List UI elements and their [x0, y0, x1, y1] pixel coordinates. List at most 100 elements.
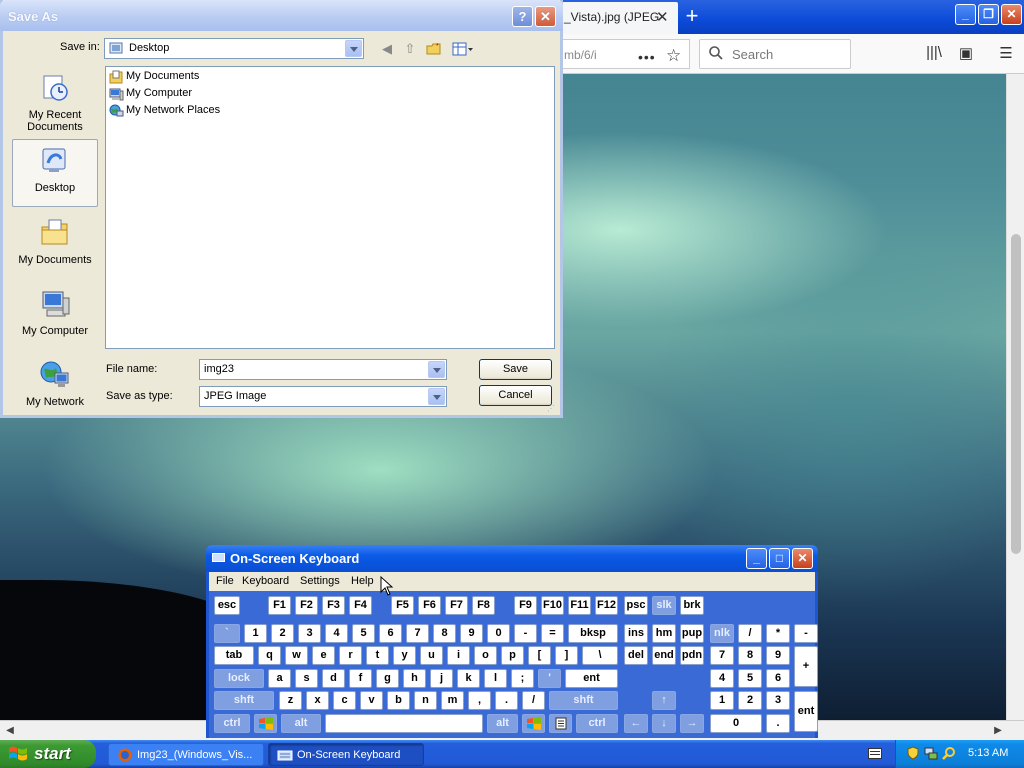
sidebar-icon[interactable]: ▣	[956, 44, 976, 64]
file-name-field[interactable]: img23	[199, 359, 447, 380]
menu-settings[interactable]: Settings	[300, 575, 340, 587]
key-f1[interactable]: F1	[268, 596, 291, 615]
key-quote[interactable]: '	[538, 669, 561, 688]
key-ins[interactable]: ins	[624, 624, 648, 643]
osk-maximize-button[interactable]: □	[769, 548, 790, 569]
key-slash[interactable]: /	[522, 691, 545, 710]
key-numpad-multiply[interactable]: *	[766, 624, 790, 643]
key-left-shift[interactable]: shft	[214, 691, 274, 710]
key-numpad-0[interactable]: 0	[710, 714, 762, 733]
key-slk[interactable]: slk	[652, 596, 676, 615]
key-numpad-5[interactable]: 5	[738, 669, 762, 688]
key-g[interactable]: g	[376, 669, 399, 688]
chevron-down-icon[interactable]	[345, 40, 362, 57]
key-5[interactable]: 5	[352, 624, 375, 643]
key-numpad-enter[interactable]: ent	[794, 691, 818, 732]
key-numpad-decimal[interactable]: .	[766, 714, 790, 733]
key-right-alt[interactable]: alt	[487, 714, 518, 733]
key-minus[interactable]: -	[514, 624, 537, 643]
key-tab[interactable]: tab	[214, 646, 254, 665]
key-i[interactable]: i	[447, 646, 470, 665]
browser-close-button[interactable]: ✕	[1001, 4, 1022, 25]
key-a[interactable]: a	[268, 669, 291, 688]
save-as-type-dropdown[interactable]: JPEG Image	[199, 386, 447, 407]
place-my-computer[interactable]: My Computer	[12, 283, 98, 351]
key-3[interactable]: 3	[298, 624, 321, 643]
views-menu-icon[interactable]	[452, 41, 474, 57]
key-8[interactable]: 8	[433, 624, 456, 643]
key-f8[interactable]: F8	[472, 596, 495, 615]
new-tab-icon[interactable]: +	[680, 3, 704, 29]
key-left-ctrl[interactable]: ctrl	[214, 714, 250, 733]
key-arrow-down[interactable]: ↓	[652, 714, 676, 733]
key-t[interactable]: t	[366, 646, 389, 665]
key-r[interactable]: r	[339, 646, 362, 665]
page-actions-icon[interactable]: •••	[638, 49, 656, 65]
key-e[interactable]: e	[312, 646, 335, 665]
key-caps-lock[interactable]: lock	[214, 669, 264, 688]
key-comma[interactable]: ,	[468, 691, 491, 710]
browser-tab[interactable]: _Vista).jpg (JPEG ✕	[560, 2, 678, 34]
scroll-left-icon[interactable]: ◀	[2, 723, 18, 739]
key-num-lock[interactable]: nlk	[710, 624, 734, 643]
key-q[interactable]: q	[258, 646, 281, 665]
menu-icon[interactable]: ☰	[996, 44, 1016, 64]
key-backspace[interactable]: bksp	[568, 624, 618, 643]
key-f9[interactable]: F9	[514, 596, 537, 615]
key-numpad-subtract[interactable]: -	[794, 624, 818, 643]
key-f10[interactable]: F10	[541, 596, 564, 615]
key-f[interactable]: f	[349, 669, 372, 688]
key-arrow-right[interactable]: →	[680, 714, 704, 733]
key-u[interactable]: u	[420, 646, 443, 665]
browser-vertical-scrollbar[interactable]	[1006, 74, 1024, 720]
browser-maximize-button[interactable]: ❐	[978, 4, 999, 25]
key-2[interactable]: 2	[271, 624, 294, 643]
key-right-bracket[interactable]: ]	[555, 646, 578, 665]
menu-help[interactable]: Help	[351, 575, 374, 587]
key-x[interactable]: x	[306, 691, 329, 710]
key-numpad-8[interactable]: 8	[738, 646, 762, 665]
key-m[interactable]: m	[441, 691, 464, 710]
key-right-shift[interactable]: shft	[549, 691, 618, 710]
key-6[interactable]: 6	[379, 624, 402, 643]
key-left-alt[interactable]: alt	[281, 714, 321, 733]
osk-minimize-button[interactable]: _	[746, 548, 767, 569]
key-f7[interactable]: F7	[445, 596, 468, 615]
key-7[interactable]: 7	[406, 624, 429, 643]
key-f2[interactable]: F2	[295, 596, 318, 615]
key-end[interactable]: end	[652, 646, 676, 665]
place-my-documents[interactable]: My Documents	[12, 212, 98, 280]
key-left-bracket[interactable]: [	[528, 646, 551, 665]
key-arrow-up[interactable]: ↑	[652, 691, 676, 710]
tab-close-icon[interactable]: ✕	[656, 8, 669, 26]
key-left-windows[interactable]	[254, 714, 277, 733]
key-page-down[interactable]: pdn	[680, 646, 704, 665]
key-menu[interactable]	[549, 714, 572, 733]
key-y[interactable]: y	[393, 646, 416, 665]
key-9[interactable]: 9	[460, 624, 483, 643]
key-4[interactable]: 4	[325, 624, 348, 643]
scrollbar-thumb[interactable]	[1011, 234, 1021, 554]
key-f4[interactable]: F4	[349, 596, 372, 615]
search-tray-icon[interactable]	[942, 746, 956, 760]
key-backslash[interactable]: \	[582, 646, 618, 665]
language-bar-icon[interactable]	[868, 748, 882, 759]
key-space[interactable]	[325, 714, 483, 733]
save-button[interactable]: Save	[479, 359, 552, 380]
list-item[interactable]: My Computer	[109, 87, 192, 103]
save-in-dropdown[interactable]: Desktop	[104, 38, 364, 59]
key-arrow-left[interactable]: ←	[624, 714, 648, 733]
new-folder-icon[interactable]: *	[426, 41, 442, 57]
key-f11[interactable]: F11	[568, 596, 591, 615]
help-button[interactable]: ?	[512, 6, 533, 27]
key-semicolon[interactable]: ;	[511, 669, 534, 688]
cancel-button[interactable]: Cancel	[479, 385, 552, 406]
key-psc[interactable]: psc	[624, 596, 648, 615]
key-0[interactable]: 0	[487, 624, 510, 643]
taskbar-item-osk[interactable]: On-Screen Keyboard	[268, 743, 424, 766]
key-h[interactable]: h	[403, 669, 426, 688]
menu-file[interactable]: File	[216, 575, 234, 587]
key-numpad-2[interactable]: 2	[738, 691, 762, 710]
key-z[interactable]: z	[279, 691, 302, 710]
key-1[interactable]: 1	[244, 624, 267, 643]
